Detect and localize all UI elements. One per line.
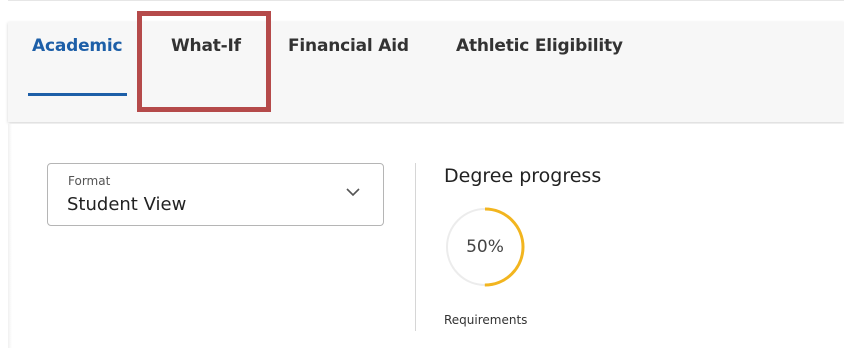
chevron-down-icon	[346, 188, 360, 197]
format-dropdown[interactable]: Format Student View	[47, 163, 384, 226]
format-value: Student View	[67, 194, 187, 215]
degree-progress-title: Degree progress	[444, 165, 602, 187]
tab-bar	[8, 22, 844, 122]
requirements-caption: Requirements	[444, 313, 528, 327]
tab-athletic-eligibility[interactable]: Athletic Eligibility	[456, 36, 623, 68]
degree-progress-percent: 50%	[466, 237, 504, 257]
tab-financial-aid[interactable]: Financial Aid	[288, 36, 409, 68]
vertical-divider	[415, 163, 416, 331]
top-divider	[8, 0, 844, 1]
content-panel	[8, 124, 844, 348]
content-shadow	[8, 124, 12, 348]
format-label: Format	[68, 174, 111, 188]
active-tab-indicator	[28, 93, 127, 96]
highlight-box	[137, 11, 271, 112]
page: Academic What-If Financial Aid Athletic …	[0, 0, 844, 348]
tab-academic[interactable]: Academic	[32, 36, 123, 68]
